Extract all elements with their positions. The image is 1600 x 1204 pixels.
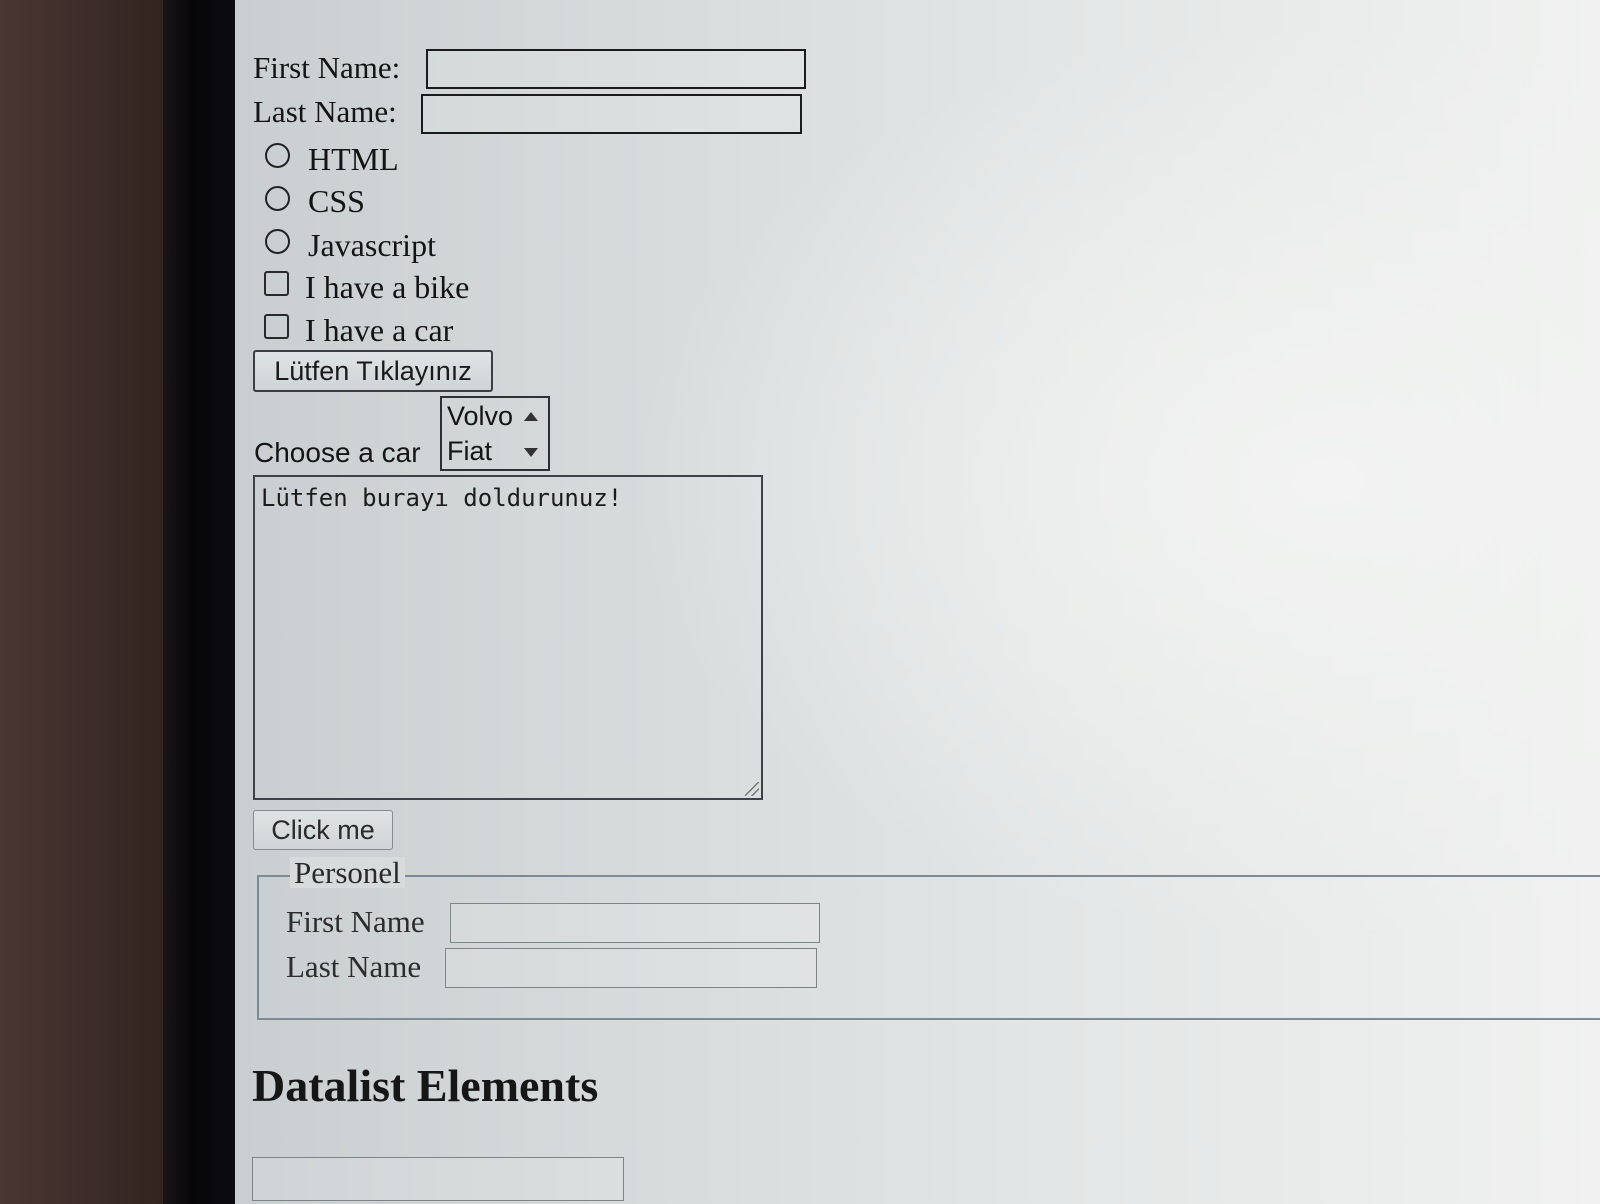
car-option-volvo[interactable]: Volvo	[447, 401, 513, 432]
monitor-bezel	[163, 0, 237, 1204]
submit-button[interactable]: Lütfen Tıklayınız	[253, 350, 493, 392]
first-name-input[interactable]	[426, 49, 806, 89]
scroll-down-icon[interactable]	[524, 448, 538, 457]
resize-handle-icon[interactable]	[745, 782, 759, 796]
checkbox-car-label: I have a car	[305, 312, 454, 348]
fieldset-first-name-label: First Name	[286, 904, 425, 939]
fieldset-last-name-label: Last Name	[286, 949, 422, 984]
last-name-input[interactable]	[421, 94, 802, 134]
click-me-button[interactable]: Click me	[253, 810, 393, 850]
fieldset-first-name-input[interactable]	[450, 903, 820, 943]
car-option-fiat[interactable]: Fiat	[447, 436, 492, 467]
first-name-label: First Name:	[253, 50, 401, 85]
background-wall	[0, 0, 165, 1204]
checkbox-bike[interactable]	[264, 271, 289, 296]
radio-javascript-label: Javascript	[308, 227, 436, 263]
datalist-heading: Datalist Elements	[252, 1060, 599, 1111]
comment-textarea[interactable]: Lütfen burayı doldurunuz!	[253, 475, 763, 800]
last-name-label: Last Name:	[253, 94, 397, 129]
textarea-text: Lütfen burayı doldurunuz!	[261, 484, 623, 512]
browser-page: First Name: Last Name: HTML CSS Javascri…	[235, 0, 1600, 1204]
radio-html-label: HTML	[308, 141, 399, 177]
car-select-label: Choose a car	[254, 437, 421, 468]
radio-html[interactable]	[265, 143, 290, 168]
car-listbox[interactable]: Volvo Fiat	[440, 396, 550, 471]
fieldset-last-name-input[interactable]	[445, 948, 817, 988]
fieldset-legend: Personel	[290, 857, 405, 888]
radio-css-label: CSS	[308, 183, 365, 219]
checkbox-bike-label: I have a bike	[305, 269, 470, 305]
datalist-input[interactable]	[252, 1157, 624, 1201]
radio-css[interactable]	[265, 186, 290, 211]
scroll-up-icon[interactable]	[524, 412, 538, 421]
checkbox-car[interactable]	[264, 314, 289, 339]
radio-javascript[interactable]	[265, 229, 290, 254]
